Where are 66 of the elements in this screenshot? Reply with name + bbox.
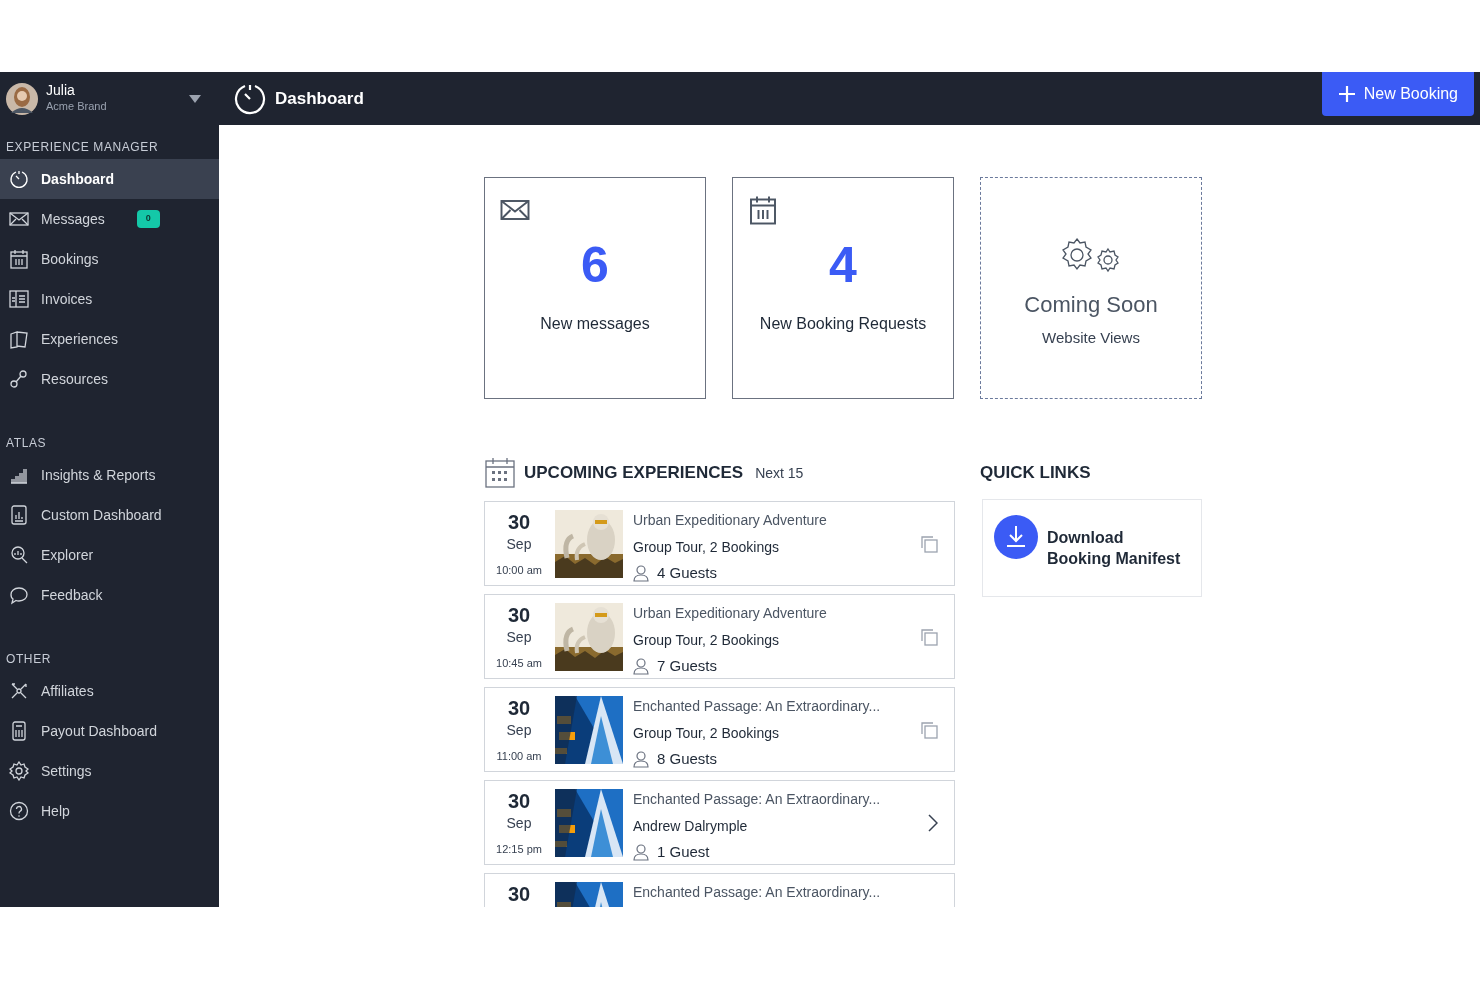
section-label: EXPERIENCE MANAGER [5,139,160,155]
user-name: Julia [46,82,76,99]
booking-detail: Group Tour, 2 Bookings [633,538,781,557]
time-label: 11:00 am [496,748,542,764]
stat-value: 6 [581,240,609,290]
new-booking-button[interactable]: New Booking [1321,72,1474,116]
experience-row[interactable]: 30 Enchanted Passage: An Extraordinary... [484,873,955,907]
section-subtitle: Next 15 [755,463,804,483]
booking-detail: Group Tour, 2 Bookings [633,724,781,743]
experience-row[interactable]: 30 Sep 10:00 am Urban Expeditionary Adventure Group Tour, 2 Bookings 4 Guests [484,501,955,586]
date-month: Sep [506,814,532,833]
card-title: Coming Soon [1024,291,1158,319]
company-name: Acme Brand [46,99,108,115]
quick-link[interactable]: Download Booking Manifest [982,499,1202,597]
stat-card[interactable]: 4 New Booking Requests [732,177,954,399]
date-month: Sep [506,535,532,554]
guest-count: 4 Guests [657,563,718,583]
guest-count: 8 Guests [657,749,718,769]
sidebar-item[interactable]: Settings [0,751,219,791]
date-day: 30 [507,882,531,906]
guest-count: 1 Guest [657,842,710,862]
section-label: ATLAS [5,435,48,451]
section-title: UPCOMING EXPERIENCES [524,462,744,485]
date-day: 30 [507,510,531,534]
date-month: Sep [506,628,532,647]
sidebar-item[interactable]: Help [0,791,219,831]
date-day: 30 [507,789,531,813]
time-label: 12:15 pm [496,841,542,857]
sidebar-item[interactable]: Feedback [0,575,219,615]
experience-title: Enchanted Passage: An Extraordinary... [633,790,882,809]
experience-title: Enchanted Passage: An Extraordinary... [633,697,882,716]
section-title: QUICK LINKS [980,462,1092,485]
sidebar-item[interactable]: Custom Dashboard [0,495,219,535]
experience-title: Urban Expeditionary Adventure [633,604,828,623]
stat-label: New messages [540,314,650,334]
date-day: 30 [507,603,531,627]
sidebar-item[interactable]: Resources [0,359,219,399]
booking-detail: Group Tour, 2 Bookings [633,631,781,650]
date-month: Sep [506,721,532,740]
sidebar-item[interactable]: Bookings [0,239,219,279]
experience-title: Urban Expeditionary Adventure [633,511,828,530]
sidebar-item[interactable]: Affiliates [0,671,219,711]
experience-row[interactable]: 30 Sep 10:45 am Urban Expeditionary Adventure Group Tour, 2 Bookings 7 Guests [484,594,955,679]
experience-row[interactable]: 30 Sep 11:00 am Enchanted Passage: An Extraordinary... Group Tour, 2 Bookings 8 Guests [484,687,955,772]
time-label: 10:45 am [496,655,542,671]
section-label: OTHER [5,651,52,667]
sidebar-item[interactable]: Invoices [0,279,219,319]
sidebar-item[interactable]: Experiences [0,319,219,359]
page-title: Dashboard [275,87,364,110]
stat-label: New Booking Requests [759,314,927,334]
date-day: 30 [507,696,531,720]
link-label: Download Booking Manifest [1047,528,1182,569]
card-subtitle: Website Views [1042,328,1140,348]
sidebar-item[interactable]: Payout Dashboard [0,711,219,751]
count-badge: 0 [136,210,160,228]
time-label: 10:00 am [496,562,542,578]
experience-title: Enchanted Passage: An Extraordinary... [633,883,882,902]
experience-row[interactable]: 30 Sep 12:15 pm Enchanted Passage: An Extraordinary... Andrew Dalrymple 1 Guest [484,780,955,865]
stat-card[interactable]: 6 New messages [484,177,706,399]
stat-value: 4 [829,240,857,290]
sidebar-item[interactable]: Messages 0 [0,199,219,239]
sidebar-item[interactable]: Insights & Reports [0,455,219,495]
sidebar-item[interactable]: Dashboard [0,159,219,199]
booking-detail: Andrew Dalrymple [633,817,749,836]
sidebar-item[interactable]: Explorer [0,535,219,575]
guest-count: 7 Guests [657,656,718,676]
